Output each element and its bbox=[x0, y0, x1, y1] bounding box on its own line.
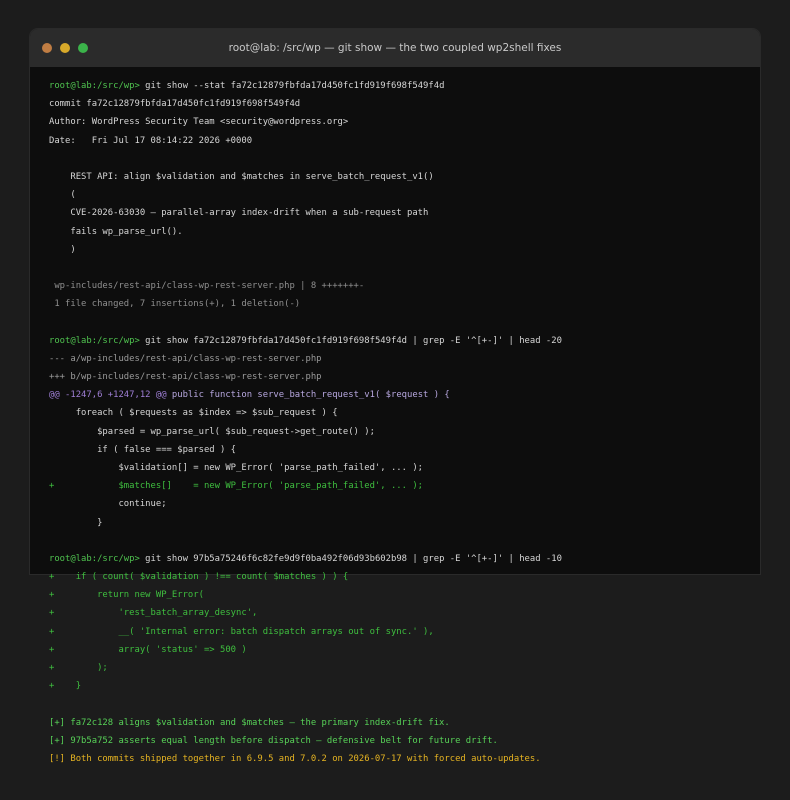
diff-added-line: + __( 'Internal error: batch dispatch ar… bbox=[49, 626, 434, 637]
diff-context-line: continue; bbox=[49, 499, 167, 510]
commit-hash: commit fa72c12879fbfda17d450fc1fd919f698… bbox=[49, 99, 301, 110]
title-bar: root@lab: /src/wp — git show — the two c… bbox=[30, 29, 760, 67]
commit-message-line: REST API: align $validation and $matches… bbox=[49, 171, 434, 182]
command-text: git show 97b5a75246f6c82fe9d9f0ba492f06d… bbox=[139, 553, 562, 564]
diff-context-line: if ( false === $parsed ) { bbox=[49, 444, 237, 455]
diff-context-line: foreach ( $requests as $index => $sub_re… bbox=[49, 408, 338, 419]
prompt: root@lab:/src/wp> bbox=[49, 335, 140, 346]
commit-message-line: ( bbox=[49, 190, 76, 201]
hunk-context: public function serve_batch_request_v1( … bbox=[166, 390, 450, 401]
hunk-range: @@ -1247,6 +1247,12 @@ bbox=[49, 390, 167, 401]
diff-added-line: + return new WP_Error( bbox=[49, 590, 204, 601]
summary-ok-line: [+] fa72c128 aligns $validation and $mat… bbox=[49, 717, 450, 728]
commit-message-line: ) bbox=[49, 244, 76, 255]
summary-warning-line: [!] Both commits shipped together in 6.9… bbox=[49, 753, 541, 764]
commit-author: Author: WordPress Security Team <securit… bbox=[49, 117, 349, 128]
commit-message-line: CVE-2026-63030 — parallel-array index-dr… bbox=[49, 208, 429, 219]
diff-added-line: + if ( count( $validation ) !== count( $… bbox=[49, 572, 349, 583]
diff-hunk-header: @@ -1247,6 +1247,12 @@ public function s… bbox=[49, 386, 749, 404]
diff-context-line: $validation[] = new WP_Error( 'parse_pat… bbox=[49, 462, 424, 473]
diff-context-line: } bbox=[49, 517, 103, 528]
diff-added-line: + } bbox=[49, 681, 82, 692]
commit-date: Date: Fri Jul 17 08:14:22 2026 +0000 bbox=[49, 135, 253, 146]
window-controls bbox=[42, 43, 88, 53]
command-line: root@lab:/src/wp> git show fa72c12879fbf… bbox=[49, 332, 749, 350]
diff-added-line: + $matches[] = new WP_Error( 'parse_path… bbox=[49, 481, 424, 492]
command-line: root@lab:/src/wp> git show 97b5a75246f6c… bbox=[49, 550, 749, 568]
commit-message-line: fails wp_parse_url(). bbox=[49, 226, 183, 237]
close-button[interactable] bbox=[42, 43, 52, 53]
window-title: root@lab: /src/wp — git show — the two c… bbox=[228, 42, 562, 54]
terminal-output[interactable]: root@lab:/src/wp> git show --stat fa72c1… bbox=[49, 77, 749, 768]
diff-context-line: $parsed = wp_parse_url( $sub_request->ge… bbox=[49, 426, 375, 437]
maximize-button[interactable] bbox=[78, 43, 88, 53]
diff-added-line: + ); bbox=[49, 663, 108, 673]
diff-added-line: + array( 'status' => 500 ) bbox=[49, 644, 247, 655]
command-text: git show --stat fa72c12879fbfda17d450fc1… bbox=[139, 81, 445, 91]
diff-header-old: --- a/wp-includes/rest-api/class-wp-rest… bbox=[49, 353, 322, 364]
command-line: root@lab:/src/wp> git show --stat fa72c1… bbox=[49, 77, 749, 95]
prompt: root@lab:/src/wp> bbox=[49, 553, 140, 564]
stat-summary-line: 1 file changed, 7 insertions(+), 1 delet… bbox=[49, 299, 301, 310]
prompt: root@lab:/src/wp> bbox=[49, 81, 140, 91]
summary-ok-line: [+] 97b5a752 asserts equal length before… bbox=[49, 735, 498, 746]
command-text: git show fa72c12879fbfda17d450fc1fd919f6… bbox=[139, 335, 562, 346]
stat-file-line: wp-includes/rest-api/class-wp-rest-serve… bbox=[49, 281, 365, 292]
minimize-button[interactable] bbox=[60, 43, 70, 53]
diff-header-new: +++ b/wp-includes/rest-api/class-wp-rest… bbox=[49, 372, 322, 382]
diff-added-line: + 'rest_batch_array_desync', bbox=[49, 608, 258, 619]
